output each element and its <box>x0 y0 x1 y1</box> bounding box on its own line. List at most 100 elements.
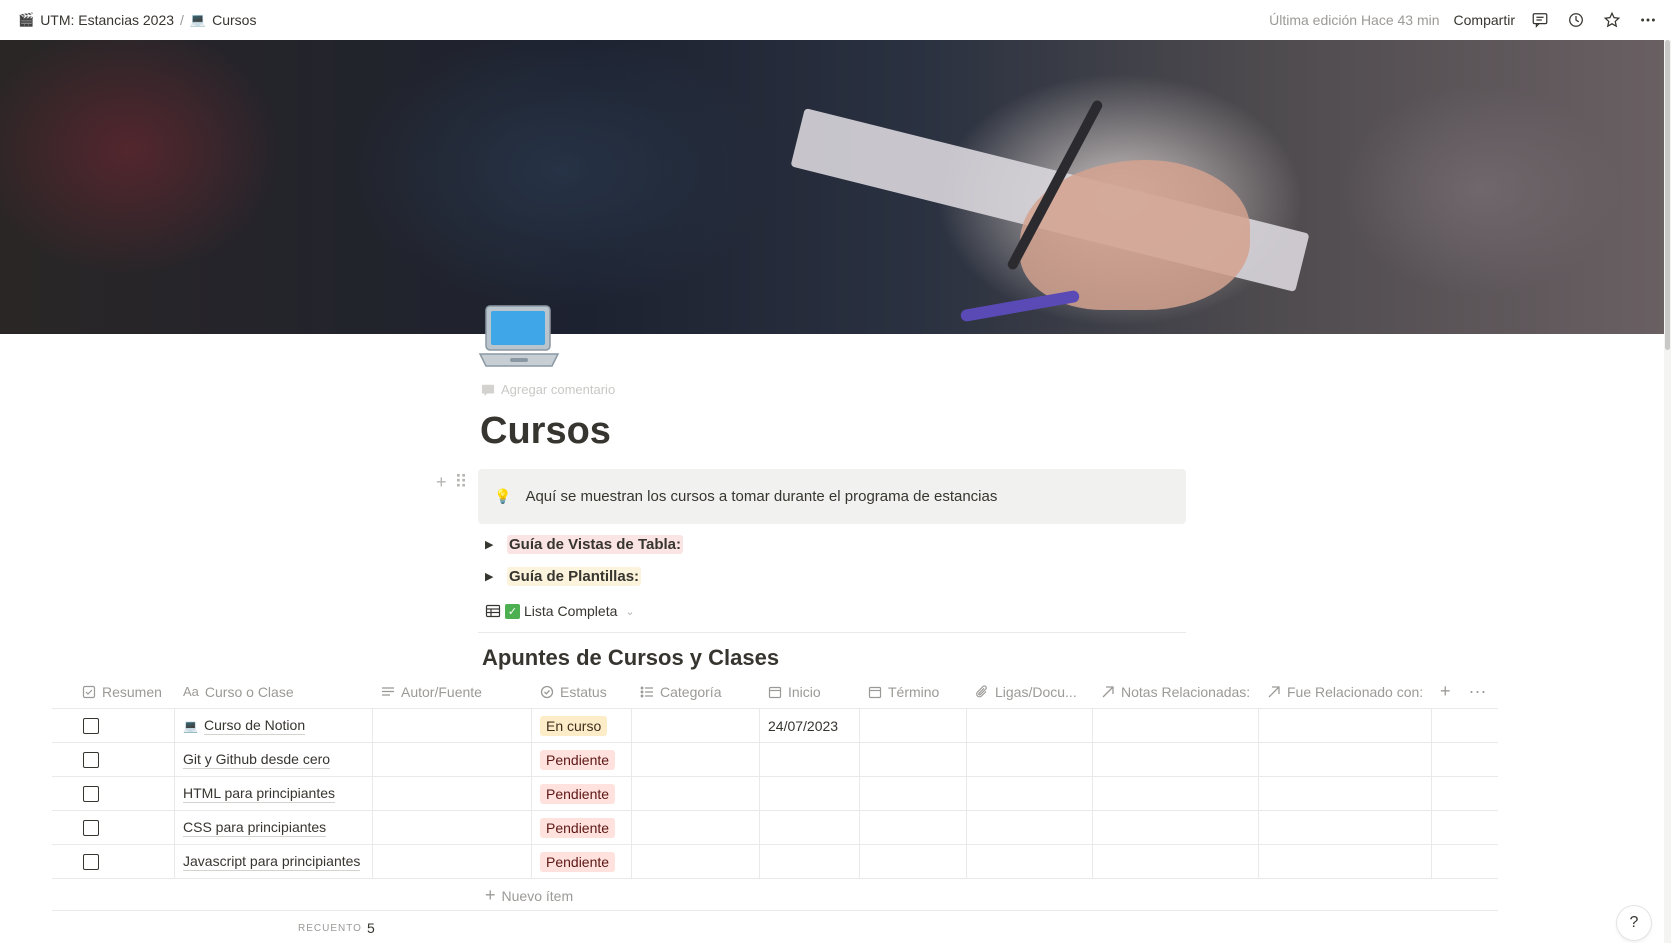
row-checkbox[interactable] <box>83 785 99 802</box>
triangle-right-icon[interactable]: ▶ <box>485 538 497 551</box>
column-header-resumen[interactable]: Resumen <box>52 675 175 708</box>
breadcrumb-page[interactable]: 💻 Cursos <box>184 9 263 31</box>
row-checkbox[interactable] <box>83 819 99 836</box>
end-cell[interactable] <box>860 811 967 844</box>
column-header-autor[interactable]: Autor/Fuente <box>373 675 532 708</box>
notes-cell[interactable] <box>1093 811 1259 844</box>
status-cell[interactable]: Pendiente <box>532 811 632 844</box>
column-header-estatus[interactable]: Estatus <box>532 675 632 708</box>
relation-icon <box>1102 685 1114 697</box>
column-label: Autor/Fuente <box>401 683 482 700</box>
end-cell[interactable] <box>860 845 967 878</box>
cover-image <box>0 40 1671 334</box>
notes-cell[interactable] <box>1093 845 1259 878</box>
status-cell[interactable]: En curso <box>532 709 632 742</box>
end-cell[interactable] <box>860 709 967 742</box>
category-cell[interactable] <box>632 709 760 742</box>
drag-handle-icon[interactable]: ⠿ <box>455 472 468 493</box>
column-header-notas[interactable]: Notas Relacionadas: <box>1093 675 1259 708</box>
category-cell[interactable] <box>632 743 760 776</box>
share-button[interactable]: Compartir <box>1454 12 1515 28</box>
notes-cell[interactable] <box>1093 743 1259 776</box>
column-header-curso[interactable]: Aa Curso o Clase <box>175 675 373 708</box>
status-cell[interactable]: Pendiente <box>532 743 632 776</box>
name-cell[interactable]: Git y Github desde cero <box>175 743 373 776</box>
category-cell[interactable] <box>632 845 760 878</box>
column-header-ligas[interactable]: Ligas/Docu... <box>967 675 1093 708</box>
toggle-guia-vistas[interactable]: ▶ Guía de Vistas de Tabla: <box>485 535 684 554</box>
status-cell[interactable]: Pendiente <box>532 777 632 810</box>
table-row[interactable]: HTML para principiantes Pendiente <box>52 777 1498 811</box>
view-selector[interactable]: ✓ Lista Completa ⌄ <box>485 603 635 619</box>
table-row[interactable]: 💻 Curso de Notion En curso 24/07/2023 <box>52 709 1498 743</box>
breadcrumb-workspace[interactable]: 🎬 UTM: Estancias 2023 <box>12 9 180 31</box>
table-row[interactable]: CSS para principiantes Pendiente <box>52 811 1498 845</box>
comments-icon[interactable] <box>1529 9 1551 31</box>
name-cell[interactable]: Javascript para principiantes <box>175 845 373 878</box>
row-name[interactable]: Git y Github desde cero <box>183 751 331 769</box>
scrollbar-thumb[interactable] <box>1665 40 1670 350</box>
row-checkbox[interactable] <box>83 751 99 768</box>
column-header-relacionado[interactable]: Fue Relacionado con: <box>1259 675 1432 708</box>
toggle-guia-plantillas[interactable]: ▶ Guía de Plantillas: <box>485 567 642 586</box>
row-name[interactable]: Curso de Notion <box>203 717 306 735</box>
row-checkbox[interactable] <box>83 717 99 734</box>
author-cell[interactable] <box>373 811 532 844</box>
triangle-right-icon[interactable]: ▶ <box>485 570 497 583</box>
column-header-inicio[interactable]: Inicio <box>760 675 860 708</box>
name-cell[interactable]: CSS para principiantes <box>175 811 373 844</box>
new-item-button[interactable]: + Nuevo ítem <box>485 885 573 906</box>
callout-block[interactable]: 💡 Aquí se muestran los cursos a tomar du… <box>478 469 1186 524</box>
row-name[interactable]: HTML para principiantes <box>183 785 335 803</box>
page-title[interactable]: Cursos <box>480 410 611 453</box>
author-cell[interactable] <box>373 743 532 776</box>
column-header-termino[interactable]: Término <box>860 675 967 708</box>
table-row[interactable]: Git y Github desde cero Pendiente <box>52 743 1498 777</box>
links-cell[interactable] <box>967 709 1093 742</box>
more-icon[interactable] <box>1637 9 1659 31</box>
row-count[interactable]: RECUENTO 5 <box>298 920 375 936</box>
add-column-icon[interactable]: + <box>1440 681 1451 702</box>
related-cell[interactable] <box>1259 709 1432 742</box>
add-block-icon[interactable]: + <box>436 472 447 493</box>
row-name[interactable]: Javascript para principiantes <box>183 853 361 871</box>
related-cell[interactable] <box>1259 743 1432 776</box>
history-icon[interactable] <box>1565 9 1587 31</box>
author-cell[interactable] <box>373 709 532 742</box>
name-cell[interactable]: 💻 Curso de Notion <box>175 709 373 742</box>
start-cell[interactable] <box>760 777 860 810</box>
row-name[interactable]: CSS para principiantes <box>183 819 327 837</box>
more-options-icon[interactable]: ··· <box>1469 681 1487 702</box>
category-cell[interactable] <box>632 777 760 810</box>
breadcrumb: 🎬 UTM: Estancias 2023 / 💻 Cursos <box>12 9 262 31</box>
page-icon-laptop[interactable] <box>478 302 560 372</box>
scrollbar[interactable] <box>1664 40 1671 943</box>
name-cell[interactable]: HTML para principiantes <box>175 777 373 810</box>
end-cell[interactable] <box>860 777 967 810</box>
status-cell[interactable]: Pendiente <box>532 845 632 878</box>
notes-cell[interactable] <box>1093 777 1259 810</box>
category-cell[interactable] <box>632 811 760 844</box>
add-comment-button[interactable]: Agregar comentario <box>481 382 615 397</box>
star-icon[interactable] <box>1601 9 1623 31</box>
related-cell[interactable] <box>1259 845 1432 878</box>
end-cell[interactable] <box>860 743 967 776</box>
links-cell[interactable] <box>967 777 1093 810</box>
start-cell[interactable] <box>760 743 860 776</box>
links-cell[interactable] <box>967 743 1093 776</box>
links-cell[interactable] <box>967 845 1093 878</box>
start-cell[interactable]: 24/07/2023 <box>760 709 860 742</box>
related-cell[interactable] <box>1259 811 1432 844</box>
row-checkbox[interactable] <box>83 853 99 870</box>
column-header-categoria[interactable]: Categoría <box>632 675 760 708</box>
author-cell[interactable] <box>373 845 532 878</box>
notes-cell[interactable] <box>1093 709 1259 742</box>
table-row[interactable]: Javascript para principiantes Pendiente <box>52 845 1498 879</box>
related-cell[interactable] <box>1259 777 1432 810</box>
start-cell[interactable] <box>760 845 860 878</box>
links-cell[interactable] <box>967 811 1093 844</box>
database-title[interactable]: Apuntes de Cursos y Clases <box>482 645 779 671</box>
start-cell[interactable] <box>760 811 860 844</box>
help-button[interactable]: ? <box>1617 906 1651 940</box>
author-cell[interactable] <box>373 777 532 810</box>
